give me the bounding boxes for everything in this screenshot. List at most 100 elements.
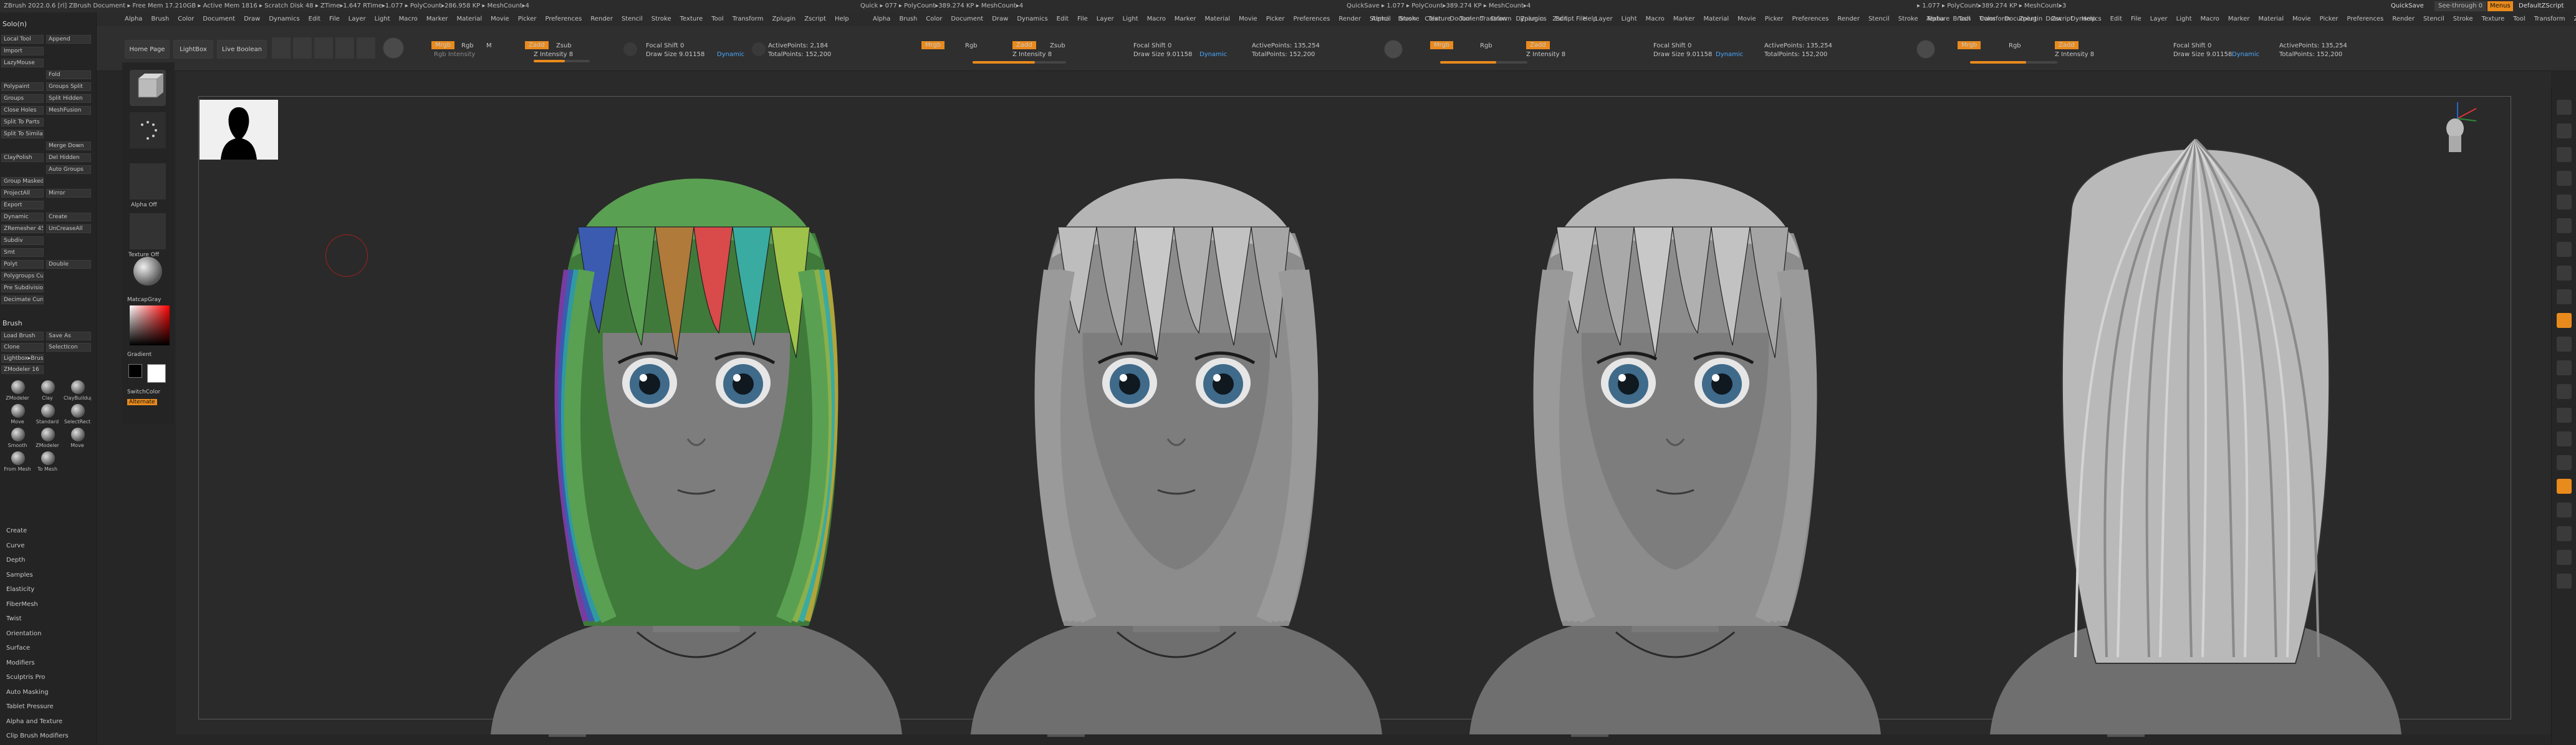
focal-shift-slider-3[interactable]: Focal Shift 0: [1653, 42, 1691, 49]
brush-zmodeler[interactable]: ZModeler: [4, 380, 31, 403]
brush-move[interactable]: Move: [4, 404, 31, 426]
rgb-button-2[interactable]: Rgb: [965, 42, 978, 49]
menu-marker[interactable]: Marker: [1175, 12, 1196, 26]
menu-light[interactable]: Light: [375, 12, 390, 26]
zoom3d-icon[interactable]: [2557, 408, 2572, 423]
menu-color[interactable]: Color: [1979, 12, 1996, 26]
menu-material[interactable]: Material: [1204, 12, 1230, 26]
bottom-scroll-2[interactable]: [1047, 734, 1085, 737]
material-sphere-icon[interactable]: [383, 37, 404, 59]
menu-stencil[interactable]: Stencil: [1868, 12, 1890, 26]
tool-row-0-b[interactable]: Append: [46, 35, 91, 44]
menu-material[interactable]: Material: [2258, 12, 2284, 26]
focal-shift-slider-4[interactable]: Focal Shift 0: [2173, 42, 2211, 49]
xyz-icon[interactable]: [2557, 337, 2572, 352]
ghost-icon[interactable]: [2557, 526, 2572, 541]
tool-row-12-a[interactable]: Group Masked: [1, 177, 44, 186]
edit-mode-icon[interactable]: [272, 37, 291, 59]
menu-transform[interactable]: Transform: [2534, 12, 2565, 26]
polyf-icon[interactable]: [2557, 479, 2572, 494]
brush-row-2-a[interactable]: Lightbox▸Brushes: [1, 354, 44, 363]
actual-icon[interactable]: [2557, 195, 2572, 209]
subpanel-tablet-pressure[interactable]: Tablet Pressure: [6, 703, 54, 710]
bottom-scroll-3[interactable]: [1571, 734, 1608, 737]
menu-file[interactable]: File: [1077, 12, 1088, 26]
menu-render[interactable]: Render: [1837, 12, 1860, 26]
texture-icon[interactable]: [130, 213, 166, 249]
brush-selectrect[interactable]: SelectRect: [64, 404, 91, 426]
subpanel-samples[interactable]: Samples: [6, 572, 33, 579]
floor-icon[interactable]: [2557, 266, 2572, 281]
stroke-icon[interactable]: [130, 112, 166, 148]
menu-dynamics[interactable]: Dynamics: [269, 12, 299, 26]
zadd-button-4[interactable]: Zadd: [2055, 41, 2079, 49]
default-zscript[interactable]: DefaultZScript: [2519, 0, 2564, 12]
menu-edit[interactable]: Edit: [309, 12, 320, 26]
current-tool-icon[interactable]: [130, 70, 166, 106]
draw-size-slider-4[interactable]: Draw Size 9.01158: [2173, 51, 2232, 58]
menu-macro[interactable]: Macro: [2201, 12, 2219, 26]
tool-row-6-a[interactable]: Close Holes: [1, 106, 44, 115]
tool-row-6-b[interactable]: MeshFusion: [46, 106, 91, 115]
menu-dynamics[interactable]: Dynamics: [1516, 12, 1546, 26]
menu-draw[interactable]: Draw: [1491, 12, 1507, 26]
focal-shift-icon[interactable]: [623, 42, 637, 56]
tool-row-20-a[interactable]: Polygroups Current: [1, 272, 44, 281]
move-mode-icon[interactable]: [314, 37, 333, 59]
menu-stroke[interactable]: Stroke: [651, 12, 671, 26]
brush-claybuildup[interactable]: ClayBuildup: [64, 380, 91, 403]
menu-file[interactable]: File: [329, 12, 340, 26]
alpha-icon[interactable]: [130, 163, 166, 199]
brush-clay[interactable]: Clay: [34, 380, 61, 403]
menu-picker[interactable]: Picker: [1765, 12, 1784, 26]
menu-preferences[interactable]: Preferences: [1792, 12, 1829, 26]
menu-light[interactable]: Light: [2176, 12, 2192, 26]
menu-edit[interactable]: Edit: [2110, 12, 2122, 26]
menu-draw[interactable]: Draw: [244, 12, 260, 26]
menu-texture[interactable]: Texture: [2482, 12, 2505, 26]
menu-light[interactable]: Light: [1123, 12, 1138, 26]
z-intensity-track-3[interactable]: [1440, 61, 1527, 64]
subpanel-twist[interactable]: Twist: [6, 615, 22, 622]
menu-macro[interactable]: Macro: [399, 12, 418, 26]
z-intensity-track[interactable]: [534, 60, 590, 62]
linefill-icon[interactable]: [2557, 455, 2572, 470]
rgb-button-3[interactable]: Rgb: [1480, 42, 1492, 49]
menu-file[interactable]: File: [2131, 12, 2141, 26]
tool-row-21-a[interactable]: Pre Subdivision 28: [1, 284, 44, 292]
menu-alpha[interactable]: Alpha: [1372, 12, 1389, 26]
menu-layer[interactable]: Layer: [1097, 12, 1114, 26]
spix-icon[interactable]: [2557, 123, 2572, 138]
z-intensity-slider-2[interactable]: Z Intensity 8: [1012, 51, 1052, 58]
alternate-button[interactable]: Alternate: [127, 399, 157, 405]
tool-row-15-b[interactable]: Create: [46, 213, 91, 221]
tool-row-8-a[interactable]: Split To Similar Parts: [1, 130, 44, 138]
tool-row-19-a[interactable]: Polyt: [1, 260, 44, 269]
menu-draw[interactable]: Draw: [992, 12, 1008, 26]
tool-row-4-a[interactable]: Polypaint: [1, 82, 44, 91]
color-picker[interactable]: [130, 305, 170, 345]
menu-transform[interactable]: Transform: [733, 12, 764, 26]
zadd-button-3[interactable]: Zadd: [1526, 41, 1550, 49]
lsym-icon[interactable]: [2557, 313, 2572, 328]
menu-draw[interactable]: Draw: [2045, 12, 2062, 26]
menu-movie[interactable]: Movie: [1737, 12, 1756, 26]
zsub-button[interactable]: Zsub: [556, 42, 572, 49]
tool-row-19-b[interactable]: Double: [46, 260, 91, 269]
zoom-icon[interactable]: [2557, 171, 2572, 186]
subpanel-clip-brush-modifiers[interactable]: Clip Brush Modifiers: [6, 733, 69, 739]
brush-row-3-a[interactable]: ZModeler 16: [1, 365, 44, 374]
zsub-button-2[interactable]: Zsub: [1050, 42, 1065, 49]
subpanel-elasticity[interactable]: Elasticity: [6, 586, 34, 593]
mrgb-button-4[interactable]: Mrgb: [1958, 41, 1981, 49]
tool-row-16-a[interactable]: ZRemesher 45: [1, 224, 44, 233]
menu-edit[interactable]: Edit: [1555, 12, 1567, 26]
menu-preferences[interactable]: Preferences: [1294, 12, 1330, 26]
tool-row-5-a[interactable]: Groups: [1, 94, 44, 103]
secondary-color-swatch[interactable]: [128, 364, 142, 378]
menu-marker[interactable]: Marker: [426, 12, 448, 26]
move-view-icon[interactable]: [2557, 384, 2572, 399]
rotate-mode-icon[interactable]: [357, 37, 375, 59]
subpanel-surface[interactable]: Surface: [6, 645, 30, 651]
brush-standard[interactable]: Standard: [34, 404, 61, 426]
